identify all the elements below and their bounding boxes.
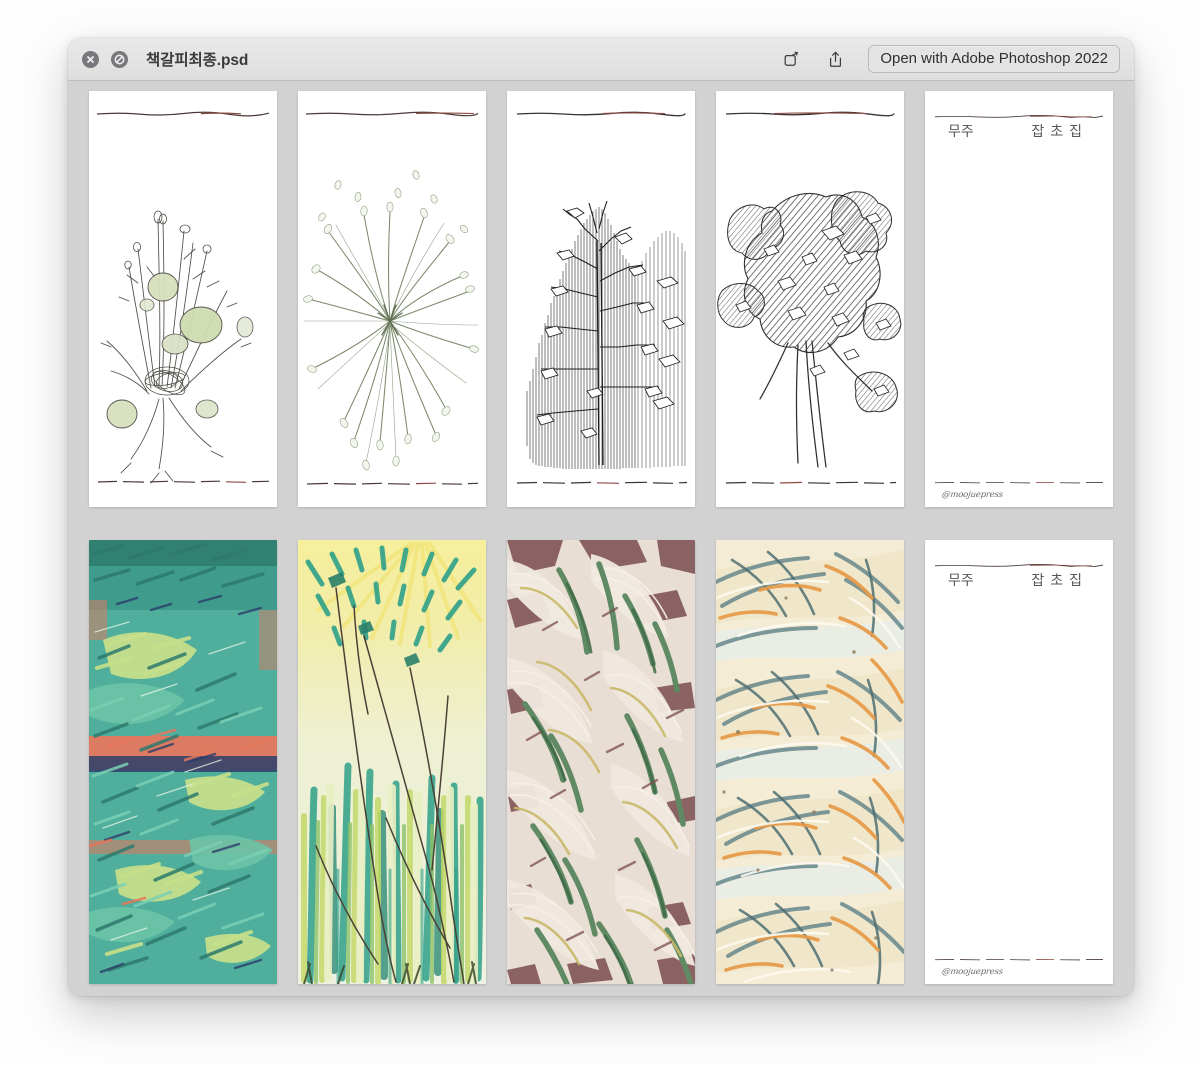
line-drawings-row: 무주 잡초집 @moojuepress bbox=[68, 91, 1134, 507]
grass-tuft-line-drawing-art bbox=[298, 91, 486, 507]
cover-title-left: 무주 bbox=[948, 573, 974, 589]
preview-content: 무주 잡초집 @moojuepress 무주 잡초집 @moojuepress bbox=[68, 81, 1134, 996]
cream-slate-orange-reeds-art bbox=[716, 540, 904, 984]
cover-title-row: 무주 잡초집 bbox=[934, 570, 1104, 590]
artwork-card[interactable] bbox=[298, 91, 486, 507]
artwork-card[interactable] bbox=[89, 540, 277, 984]
cover-inner: 무주 잡초집 @moojuepress bbox=[925, 540, 1113, 984]
cover-title-right: 잡초집 bbox=[1031, 124, 1088, 140]
cover-title-right: 잡초집 bbox=[1031, 573, 1088, 589]
vertical-hatch-conifer-drawing-art bbox=[507, 91, 695, 507]
artist-signature: @moojuepress bbox=[941, 490, 1004, 500]
artwork-card[interactable] bbox=[89, 91, 277, 507]
open-with-button[interactable]: Open with Adobe Photoshop 2022 bbox=[868, 45, 1120, 73]
botanical-line-drawing-seedpods-art bbox=[89, 91, 277, 507]
artwork-card[interactable] bbox=[507, 540, 695, 984]
window-controls bbox=[82, 50, 128, 68]
color-pastel-row: 무주 잡초집 @moojuepress bbox=[68, 540, 1134, 984]
diagonal-hatch-shrub-drawing-art bbox=[716, 91, 904, 507]
quick-look-window: 책갈피최종.psd Open with Adobe Photoshop 2022 bbox=[68, 38, 1134, 996]
hand-drawn-rule-top bbox=[934, 115, 1104, 118]
hand-drawn-rule-top bbox=[934, 564, 1104, 567]
titlebar-actions: Open with Adobe Photoshop 2022 bbox=[780, 45, 1120, 73]
artwork-card[interactable] bbox=[507, 91, 695, 507]
artwork-card[interactable] bbox=[716, 540, 904, 984]
pink-cream-pampas-grass-art bbox=[507, 540, 695, 984]
teal-green-pastel-foliage-art bbox=[89, 540, 277, 984]
cover-inner: 무주 잡초집 @moojuepress bbox=[925, 91, 1113, 507]
artist-signature: @moojuepress bbox=[941, 967, 1004, 977]
close-icon[interactable] bbox=[82, 50, 99, 68]
page-title: 책갈피최종.psd bbox=[146, 52, 249, 69]
hand-drawn-rule-bottom bbox=[934, 958, 1104, 961]
yellow-green-sunburst-grass-art bbox=[298, 540, 486, 984]
share-icon[interactable] bbox=[824, 48, 846, 70]
cover-card[interactable]: 무주 잡초집 @moojuepress bbox=[925, 540, 1113, 984]
artwork-card[interactable] bbox=[298, 540, 486, 984]
cover-title-left: 무주 bbox=[948, 124, 974, 140]
no-entry-icon[interactable] bbox=[111, 50, 128, 68]
cover-card[interactable]: 무주 잡초집 @moojuepress bbox=[925, 91, 1113, 507]
fullscreen-icon[interactable] bbox=[780, 48, 802, 70]
titlebar: 책갈피최종.psd Open with Adobe Photoshop 2022 bbox=[68, 38, 1134, 81]
cover-title-row: 무주 잡초집 bbox=[934, 121, 1104, 141]
hand-drawn-rule-bottom bbox=[934, 481, 1104, 484]
artwork-card[interactable] bbox=[716, 91, 904, 507]
